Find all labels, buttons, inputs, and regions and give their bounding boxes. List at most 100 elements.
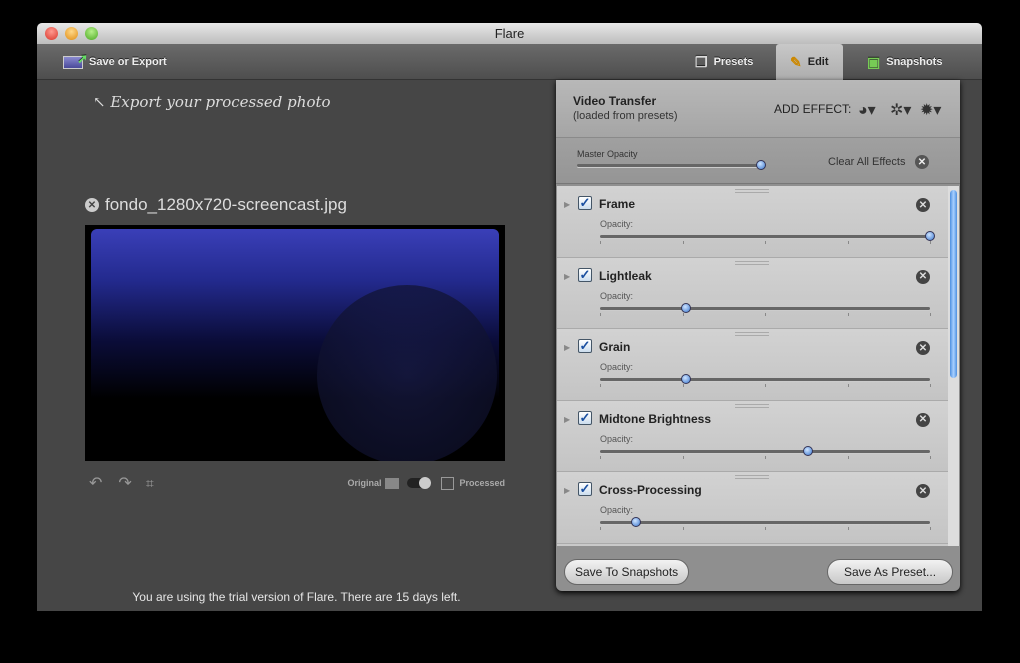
save-as-preset-button[interactable]: Save As Preset... [827, 559, 954, 585]
film-reel-graphic [317, 285, 497, 461]
export-icon: ➚ [63, 51, 88, 69]
edit-pencil-icon: ✎ [790, 53, 802, 70]
opacity-label: Opacity: [600, 505, 634, 515]
master-opacity-label: Master Opacity [577, 149, 638, 159]
undo-icon[interactable]: ↶ [89, 473, 102, 493]
preset-header: Video Transfer (loaded from presets) ADD… [556, 80, 960, 138]
effect-opacity-slider[interactable] [600, 374, 930, 384]
color-palette-icon[interactable]: ◕▾ [858, 100, 876, 120]
clear-all-effects-button[interactable]: Clear All Effects [828, 156, 905, 168]
expand-arrow-icon[interactable]: ▶ [564, 415, 570, 424]
slider-thumb[interactable] [680, 302, 691, 313]
preset-title: Video Transfer [573, 94, 657, 108]
effect-enabled-checkbox[interactable]: ✓ [578, 267, 592, 282]
opacity-label: Opacity: [600, 219, 634, 229]
save-export-button[interactable]: ➚ Save or Export [63, 44, 167, 80]
tab-edit[interactable]: ✎ Edit [776, 44, 843, 80]
effect-opacity-slider[interactable] [600, 445, 930, 456]
opacity-label: Opacity: [600, 290, 634, 301]
expand-arrow-icon[interactable]: ▶ [564, 200, 570, 209]
effect-enabled-checkbox[interactable]: ✓ [578, 339, 592, 353]
slider-ticks [600, 527, 931, 531]
window-title: Flare [494, 26, 525, 41]
preset-subtitle: (loaded from presets) [573, 110, 678, 122]
crop-icon[interactable]: ⌗ [146, 475, 154, 492]
redo-icon[interactable]: ↷ [118, 473, 131, 493]
slider-thumb[interactable] [631, 517, 642, 527]
tab-snapshots[interactable]: ▣ Snapshots [867, 44, 942, 80]
effect-name: Grain [599, 340, 631, 354]
drag-handle[interactable] [735, 260, 769, 265]
effect-row: ▶ ✓ Midtone Brightness ✕ Opacity: [557, 400, 948, 472]
photo-tools: ↶ ↷ ⌗ Original Processed [85, 471, 505, 495]
tab-presets[interactable]: ❐ Presets [695, 44, 753, 80]
effect-row: ▶ ✓ Frame ✕ Opacity: [557, 186, 948, 258]
effect-name: Lightleak [599, 268, 652, 283]
effect-enabled-checkbox[interactable]: ✓ [578, 196, 592, 210]
effect-name: Frame [599, 197, 636, 211]
effects-list: ▶ ✓ Frame ✕ Opacity: ▶ ✓ Lightleak ✕ Opa… [557, 186, 948, 546]
tab-label: Snapshots [886, 56, 943, 68]
drag-handle[interactable] [735, 475, 769, 479]
remove-effect-icon[interactable]: ✕ [916, 198, 930, 212]
save-export-label: Save or Export [89, 56, 167, 68]
drag-handle[interactable] [735, 189, 769, 193]
hint-text: Export your processed photo [110, 93, 331, 111]
filmstrip-icon [385, 477, 400, 489]
effect-row: ▶ ✓ Grain ✕ Opacity: [557, 329, 948, 401]
slider-ticks [600, 241, 931, 245]
slider-thumb[interactable] [680, 374, 691, 384]
filename-text: fondo_1280x720-screencast.jpg [105, 195, 347, 214]
starburst-icon[interactable]: ✹▾ [920, 100, 941, 120]
zoom-window-button[interactable] [85, 27, 98, 40]
effect-enabled-checkbox[interactable]: ✓ [578, 482, 592, 496]
original-processed-toggle[interactable] [407, 477, 432, 489]
remove-effect-icon[interactable]: ✕ [916, 341, 930, 355]
drag-handle[interactable] [735, 332, 769, 336]
slider-thumb[interactable] [802, 445, 813, 456]
aperture-icon[interactable]: ✲▾ [890, 100, 911, 120]
effect-opacity-slider[interactable] [600, 302, 930, 313]
effect-opacity-slider[interactable] [600, 231, 935, 241]
export-hint: ↖ Export your processed photo [93, 93, 331, 111]
slider-ticks [600, 455, 931, 460]
remove-effect-icon[interactable]: ✕ [916, 269, 930, 284]
slider-thumb[interactable] [925, 231, 935, 241]
minimize-window-button[interactable] [65, 27, 78, 40]
image-filename: ✕ fondo_1280x720-screencast.jpg [85, 195, 347, 215]
slider-ticks [600, 312, 931, 317]
remove-effect-icon[interactable]: ✕ [916, 484, 930, 498]
expand-arrow-icon[interactable]: ▶ [564, 272, 570, 281]
edit-panel: Video Transfer (loaded from presets) ADD… [556, 80, 960, 591]
effects-scrollbar[interactable] [948, 186, 959, 546]
clear-all-icon[interactable]: ✕ [915, 155, 929, 169]
effect-name: Midtone Brightness [599, 411, 712, 426]
effect-row: ▶ ✓ Lightleak ✕ Opacity: [557, 257, 948, 329]
close-window-button[interactable] [45, 27, 58, 40]
processed-checkbox[interactable] [441, 476, 455, 490]
tab-label: Edit [807, 56, 829, 68]
effect-enabled-checkbox[interactable]: ✓ [578, 410, 592, 425]
presets-icon: ❐ [695, 53, 708, 70]
tab-label: Presets [713, 56, 754, 68]
add-effect-label: ADD EFFECT: [774, 102, 852, 116]
drag-handle[interactable] [735, 403, 769, 408]
slider-thumb[interactable] [756, 160, 766, 170]
master-opacity-row: Master Opacity Clear All Effects ✕ [556, 138, 960, 184]
opacity-label: Opacity: [600, 362, 634, 372]
save-to-snapshots-button[interactable]: Save To Snapshots [564, 559, 690, 585]
photo-preview[interactable] [85, 225, 505, 461]
trial-notice: You are using the trial version of Flare… [132, 590, 461, 604]
toolbar: ➚ Save or Export ❐ Presets ✎ Edit ▣ Snap… [37, 44, 982, 80]
master-opacity-slider[interactable] [577, 160, 766, 170]
expand-arrow-icon[interactable]: ▶ [564, 486, 570, 495]
original-label: Original [347, 478, 382, 488]
snapshots-icon: ▣ [867, 53, 881, 70]
processed-label: Processed [459, 478, 505, 488]
expand-arrow-icon[interactable]: ▶ [564, 343, 570, 352]
effect-row: ▶ ✓ Cross-Processing ✕ Opacity: [557, 472, 948, 544]
close-image-icon[interactable]: ✕ [85, 198, 99, 212]
remove-effect-icon[interactable]: ✕ [916, 412, 930, 427]
effect-name: Cross-Processing [599, 483, 702, 497]
effect-opacity-slider[interactable] [600, 517, 930, 527]
